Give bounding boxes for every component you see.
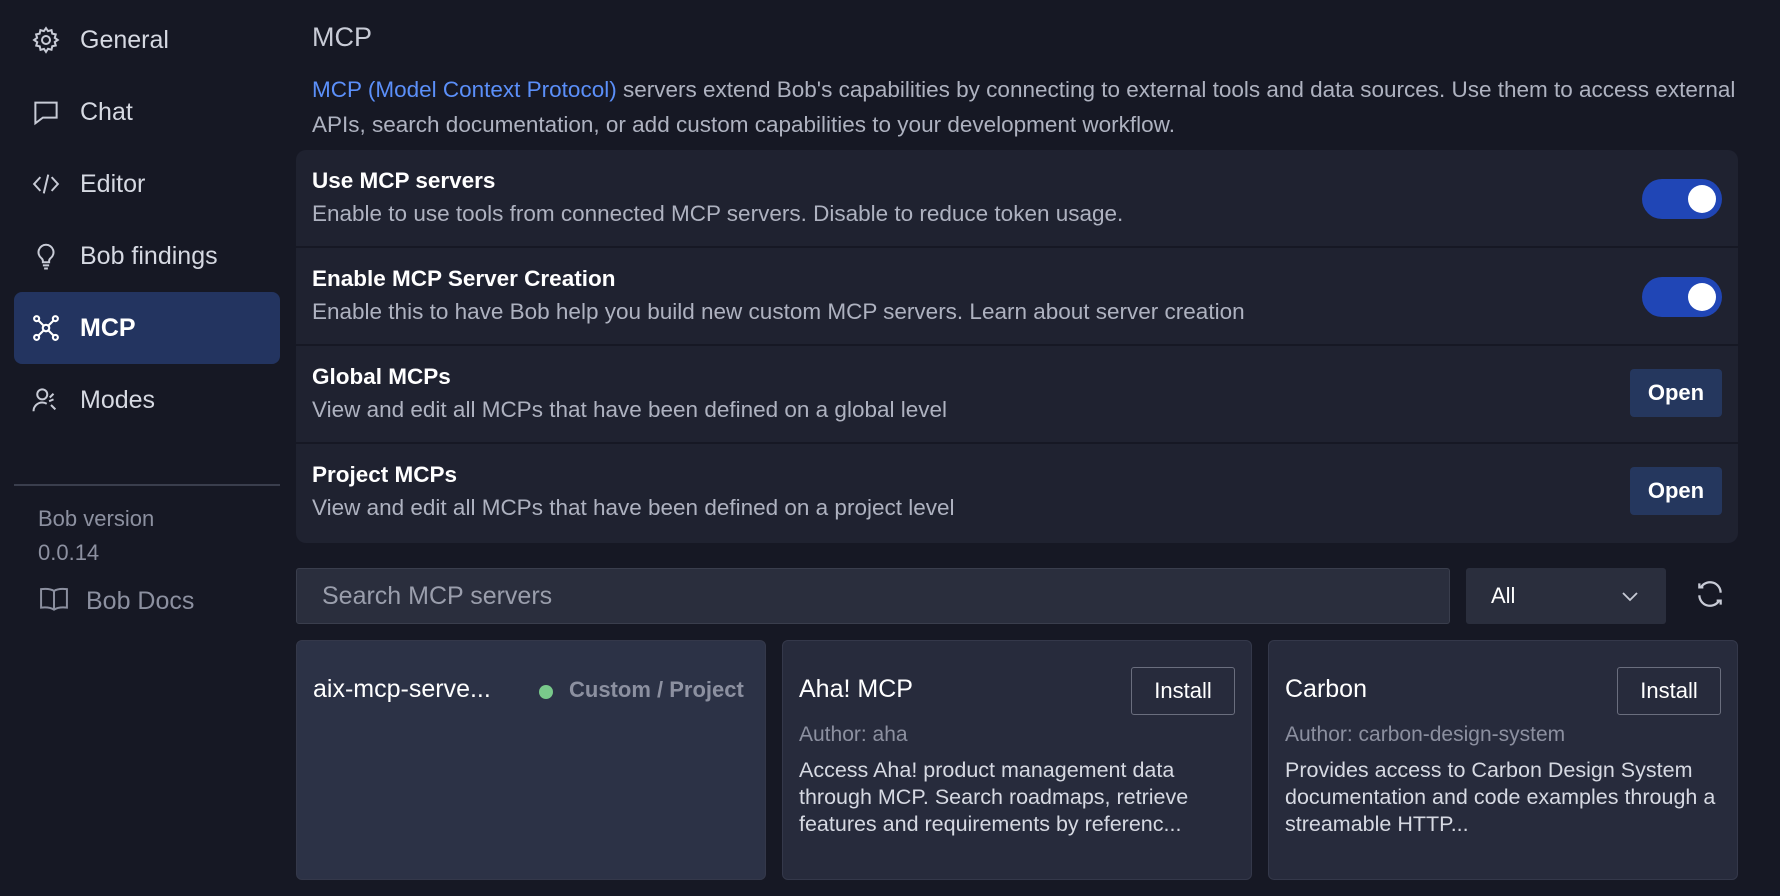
server-card-aha-mcp: Aha! MCP Install Author: aha Access Aha!…: [782, 640, 1252, 880]
mcp-protocol-link[interactable]: MCP (Model Context Protocol): [312, 77, 617, 102]
setting-title: Use MCP servers: [312, 168, 496, 193]
refresh-button[interactable]: [1692, 578, 1728, 614]
server-description: Provides access to Carbon Design System …: [1285, 758, 1716, 836]
setting-description: Enable to use tools from connected MCP s…: [312, 201, 1124, 226]
lightbulb-icon: [30, 240, 62, 272]
filter-selected-value: All: [1491, 583, 1516, 608]
intro-text: MCP (Model Context Protocol) servers ext…: [312, 72, 1742, 142]
setting-title: Enable MCP Server Creation: [312, 266, 616, 291]
sidebar-item-label: Modes: [80, 385, 156, 414]
enable-mcp-server-creation-toggle[interactable]: [1642, 277, 1722, 317]
server-author: Author: carbon-design-system: [1285, 723, 1566, 746]
server-card-carbon: Carbon Install Author: carbon-design-sys…: [1268, 640, 1738, 880]
install-aha-mcp-button[interactable]: Install: [1131, 667, 1235, 715]
sidebar-item-chat[interactable]: Chat: [14, 76, 280, 148]
setting-enable-mcp-server-creation: Enable MCP Server Creation Enable this t…: [296, 248, 1738, 346]
status-indicator-dot: [539, 685, 553, 699]
setting-title: Project MCPs: [312, 462, 458, 487]
sidebar-item-bob-findings[interactable]: Bob findings: [14, 220, 280, 292]
use-mcp-servers-toggle[interactable]: [1642, 179, 1722, 219]
mcp-settings-card: Use MCP servers Enable to use tools from…: [296, 150, 1738, 543]
gear-icon: [30, 24, 62, 56]
server-card-aix-mcp-server[interactable]: aix-mcp-serve... Custom / Project: [296, 640, 766, 880]
setting-use-mcp-servers: Use MCP servers Enable to use tools from…: [296, 150, 1738, 248]
server-name: Carbon: [1285, 675, 1367, 703]
chevron-down-icon: [1620, 586, 1640, 611]
server-name: aix-mcp-serve...: [313, 675, 491, 703]
refresh-icon: [1694, 578, 1726, 615]
open-global-mcps-button[interactable]: Open: [1630, 369, 1722, 417]
server-description: Access Aha! product management data thro…: [799, 758, 1189, 836]
setting-description: View and edit all MCPs that have been de…: [312, 495, 955, 520]
toggle-knob: [1688, 185, 1716, 213]
setting-project-mcps: Project MCPs View and edit all MCPs that…: [296, 444, 1738, 542]
open-project-mcps-button[interactable]: Open: [1630, 467, 1722, 515]
sidebar-item-modes[interactable]: Modes: [14, 364, 280, 436]
sidebar-item-editor[interactable]: Editor: [14, 148, 280, 220]
sidebar-item-general[interactable]: General: [14, 4, 280, 76]
mcp-network-icon: [30, 312, 62, 344]
sidebar-item-label: Chat: [80, 97, 133, 126]
server-filter-dropdown[interactable]: All: [1466, 568, 1666, 624]
server-author: Author: aha: [799, 723, 908, 746]
server-scope-label: Custom / Project: [569, 677, 744, 702]
sidebar: General Chat Editor Bob findings MCP Mod…: [0, 0, 282, 896]
code-icon: [30, 168, 62, 200]
mcp-settings-panel: MCP MCP (Model Context Protocol) servers…: [296, 0, 1740, 896]
toggle-knob: [1688, 283, 1716, 311]
setting-title: Global MCPs: [312, 364, 451, 389]
settings-window: General Chat Editor Bob findings MCP Mod…: [0, 0, 1780, 896]
chat-bubble-icon: [30, 96, 62, 128]
bob-docs-label: Bob Docs: [86, 587, 195, 615]
sidebar-item-label: MCP: [80, 313, 136, 342]
install-carbon-button[interactable]: Install: [1617, 667, 1721, 715]
page-title: MCP: [312, 22, 372, 52]
sidebar-item-label: Editor: [80, 169, 146, 198]
version-value: 0.0.14: [38, 540, 100, 565]
search-mcp-servers-input[interactable]: [296, 568, 1450, 624]
user-modes-icon: [30, 384, 62, 416]
sidebar-item-mcp[interactable]: MCP: [14, 292, 280, 364]
bob-docs-link[interactable]: Bob Docs: [38, 584, 194, 619]
sidebar-item-label: Bob findings: [80, 241, 218, 270]
server-name: Aha! MCP: [799, 675, 913, 703]
version-label: Bob version: [38, 506, 155, 531]
book-icon: [38, 584, 70, 619]
setting-description: View and edit all MCPs that have been de…: [312, 397, 948, 422]
sidebar-divider: [14, 484, 280, 486]
setting-global-mcps: Global MCPs View and edit all MCPs that …: [296, 346, 1738, 444]
sidebar-item-label: General: [80, 25, 169, 54]
setting-description: Enable this to have Bob help you build n…: [312, 299, 1245, 324]
